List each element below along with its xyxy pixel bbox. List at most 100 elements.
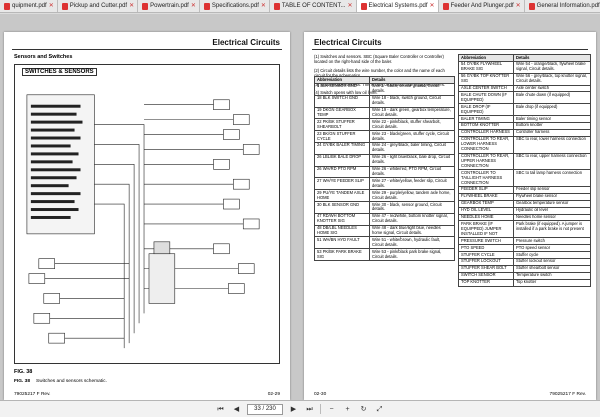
abbreviation-cell: GEARBOX TEMP xyxy=(458,199,514,208)
abbreviation-cell: 51 WH/BN HYD FAULT xyxy=(314,236,370,250)
abbreviation-cell: BALER TIMING xyxy=(458,115,514,123)
table-row: 18 BLK SWITCH GND Wire 18 - black, switch… xyxy=(314,94,455,108)
tab-item[interactable]: Feeder And Plunger.pdf ✕ xyxy=(439,0,525,12)
close-icon[interactable]: ✕ xyxy=(261,0,266,12)
details-cell: Baler timing sensor xyxy=(513,115,591,123)
table-row: 56 GY/BK TOP KNOTTER SIG Wire 56 - grey/b… xyxy=(458,72,591,86)
details-cell: Temperature switch xyxy=(513,271,591,280)
close-icon[interactable]: ✕ xyxy=(129,0,134,12)
tab-item[interactable]: Pickup and Cutter.pdf ✕ xyxy=(58,0,139,12)
table-row: 53 PK/BK PARK BRAKE SIG Wire 53 - pink/bl… xyxy=(314,248,455,262)
close-icon[interactable]: ✕ xyxy=(430,0,435,12)
page-header-title: Electrical Circuits xyxy=(212,38,280,47)
abbreviation-cell: 48 DB/LBL NEEDLES HOME SIG xyxy=(314,224,370,238)
page-code: 02-30 xyxy=(314,392,327,397)
close-icon[interactable]: ✕ xyxy=(516,0,521,12)
details-cell: SBC to rear, lower harness connection xyxy=(513,135,591,154)
details-cell: PTO speed sensor xyxy=(513,244,591,252)
abbreviation-cell: PARK BRAKE (IF EQUIPPED) JUMPER INSTALLE… xyxy=(458,220,514,239)
table-row: BALER TIMING Baler timing sensor xyxy=(458,115,591,123)
abbreviation-cell: CONTROLLER HARNESS xyxy=(458,128,514,137)
tab-item[interactable]: Powertrain.pdf ✕ xyxy=(138,0,200,12)
table-row: 54 OY/BK FLYWHEEL BRAKE SIG Wire 54 - ora… xyxy=(458,60,591,74)
page-number-input[interactable]: 33 / 230 xyxy=(247,403,283,415)
table-row: PTO SPEED PTO speed sensor xyxy=(458,244,591,252)
abbreviation-cell: STUFFER CYCLE xyxy=(458,251,514,259)
table-row: SWITCH SENSOR Temperature switch xyxy=(458,271,591,280)
table-row: FLYWHEEL BRAKE Flywheel brake sensor xyxy=(458,192,591,201)
schematic-drawing xyxy=(26,94,260,349)
rotate-icon[interactable]: ↻ xyxy=(358,404,369,415)
abbreviation-cell: CONTROLLER TO REAR, LOWER HARNESS CONNEC… xyxy=(458,135,514,154)
abbreviation-cell: 56 GY/BK TOP KNOTTER SIG xyxy=(458,72,514,86)
abbreviation-cell: FEEDER SLIP xyxy=(458,185,514,194)
pdf-file-icon xyxy=(4,3,10,10)
tab-item[interactable]: Specifications.pdf ✕ xyxy=(200,0,270,12)
details-cell: Wire 26 - white/red, PTO RPM, Circuit de… xyxy=(369,165,455,179)
pdf-toolbar: ⏮ ◀ 33 / 230 ▶ ⏭ − + ↻ ⤢ xyxy=(0,400,600,417)
figure-caption-text: Switches and sensors schematic. xyxy=(36,379,107,384)
table-row: 51 WH/BN HYD FAULT Wire 51 - white/brown,… xyxy=(314,236,455,250)
details-cell: Axle center switch xyxy=(513,84,591,93)
details-cell: Top knotter xyxy=(513,278,591,287)
document-number: 79025217 F Rev. xyxy=(14,392,51,397)
abbreviation-cell: PRESSURE SWITCH xyxy=(458,237,514,246)
pdf-file-icon xyxy=(61,3,68,10)
details-cell: Bottom knotter xyxy=(513,121,591,130)
zoom-in-icon[interactable]: + xyxy=(342,404,353,415)
abbreviation-cell: 19 DKGN GEARBOX TEMP xyxy=(314,106,370,120)
abbreviation-cell: FLYWHEEL BRAKE xyxy=(458,192,514,201)
tab-item[interactable]: General Information.pdf✕ xyxy=(525,0,600,12)
details-cell: Stuffer cycle xyxy=(513,251,591,259)
column-header: Details xyxy=(369,76,455,84)
table-header-row: Abbreviation Details xyxy=(458,54,591,62)
next-page-icon[interactable]: ▶ xyxy=(288,404,299,415)
tab-item[interactable]: quipment.pdf ✕ xyxy=(0,0,58,12)
tab-label: Powertrain.pdf xyxy=(150,3,189,9)
table-row: BOTTOM KNOTTER Bottom knotter xyxy=(458,121,591,130)
pdf-page-right: Electrical Circuits (1) Switches and sen… xyxy=(304,32,596,400)
last-page-icon[interactable]: ⏭ xyxy=(304,404,315,415)
details-cell: Wire 56 - grey/black, top knotter signal… xyxy=(513,72,591,86)
tab-item[interactable]: Electrical Systems.pdf ✕ xyxy=(356,0,439,12)
pdf-viewer[interactable]: Electrical Circuits Sensors and Switches xyxy=(0,14,600,400)
table-row: 29 PU/YE TANDEM AXLE HOME Wire 29 - purpl… xyxy=(314,189,455,203)
abbreviation-cell: NEEDLES HOME xyxy=(458,213,514,222)
figure-label: FIG. 38 xyxy=(14,369,33,375)
details-cell: Wire 23 - black/green, stuffer cycle, Ci… xyxy=(369,130,455,143)
abbreviation-cell: 29 PU/YE TANDEM AXLE HOME xyxy=(314,189,370,203)
zoom-out-icon[interactable]: − xyxy=(326,404,337,415)
prev-page-icon[interactable]: ◀ xyxy=(231,404,242,415)
abbreviation-cell: CONTROLLER TO TAILLIGHT HARNESS CONNECTI… xyxy=(458,169,514,187)
table-row: GEARBOX TEMP Gearbox temperature sensor xyxy=(458,199,591,208)
document-number: 79025217 F Rev. xyxy=(549,392,586,397)
details-cell: Wire 48 - dark blue/light blue, needles … xyxy=(369,224,455,238)
abbreviation-cell: 18 BLK SWITCH GND xyxy=(314,94,370,108)
tab-item[interactable]: TABLE OF CONTENT... ✕ xyxy=(270,0,357,12)
abbreviation-cell: BALE DROP (IF EQUIPPED) xyxy=(458,103,514,117)
table-row: 30 BLK SENSOR GND Wire 30 - black, sensor… xyxy=(314,201,455,214)
figure-caption: FIG. 38 Switches and sensors schematic. xyxy=(14,379,107,384)
circuit-table-a: Abbreviation Details 5 BLK SENSOR GND Wir… xyxy=(314,76,455,262)
abbreviation-cell: TOP KNOTTER xyxy=(458,278,514,287)
first-page-icon[interactable]: ⏮ xyxy=(215,404,226,415)
details-cell: Wire 51 - white/brown, hydraulic fault, … xyxy=(369,236,455,250)
close-icon[interactable]: ✕ xyxy=(191,0,196,12)
table-row: FEEDER SLIP Feeder slip sensor xyxy=(458,185,591,194)
tab-label: Pickup and Cutter.pdf xyxy=(69,3,128,9)
header-rule xyxy=(312,49,588,50)
abbreviation-cell: BALE CHUTE DOWN (IF EQUIPPED) xyxy=(458,91,514,105)
details-cell: Pressure switch xyxy=(513,237,591,246)
abbreviation-cell: 54 OY/BK FLYWHEEL BRAKE SIG xyxy=(458,60,514,74)
table-row: CONTROLLER TO TAILLIGHT HARNESS CONNECTI… xyxy=(458,169,591,187)
details-cell: Wire 19 - dark green, gearbox temperatur… xyxy=(369,106,455,120)
table-row: TOP KNOTTER Top knotter xyxy=(458,278,591,287)
pdf-file-icon xyxy=(273,3,280,10)
details-cell: Wire 53 - pink/black park brake signal, … xyxy=(369,248,455,262)
table-row: AXLE CENTER SWITCH Axle center switch xyxy=(458,84,591,93)
tab-label: Specifications.pdf xyxy=(211,3,259,9)
close-icon[interactable]: ✕ xyxy=(49,0,54,12)
close-icon[interactable]: ✕ xyxy=(347,0,352,12)
table-row: CONTROLLER TO REAR, UPPER HARNESS CONNEC… xyxy=(458,152,591,171)
fit-page-icon[interactable]: ⤢ xyxy=(374,404,385,415)
